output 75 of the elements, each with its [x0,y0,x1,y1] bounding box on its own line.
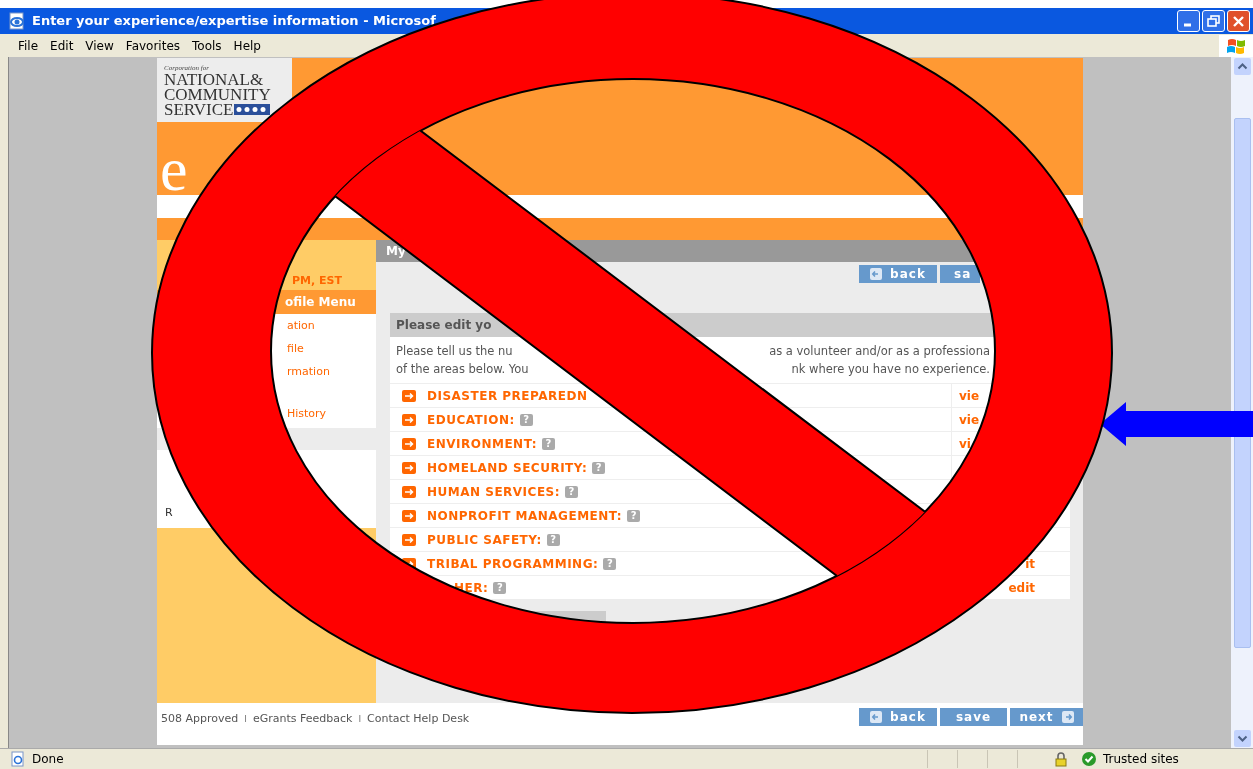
help-icon[interactable]: ? [592,461,606,474]
menu-link[interactable]: rmation [287,360,330,383]
plain-button[interactable]: save [940,708,1007,726]
help-icon[interactable]: ? [627,509,641,522]
back-button[interactable]: back [859,708,937,726]
page-title: My [386,243,406,260]
menu-item[interactable]: Edit [44,35,80,56]
status-text: Done [32,751,64,768]
category-label: NONPROFIT MANAGEMENT: [427,507,623,525]
category-label: HUMAN SERVICES: [427,483,560,501]
panel-title: Please edit yo [396,317,492,334]
back-button[interactable]: back [859,265,937,283]
category-label: TRIBAL PROGRAMMING: [427,555,599,573]
check-icon [1081,751,1097,767]
page-icon [10,751,26,767]
logo-text: COMMUNITY [164,87,271,102]
browser-page-icon [8,12,26,30]
scroll-down-button[interactable] [1233,730,1251,747]
intro-text: Please tell us the nu [396,343,513,361]
logo-text: NATIONAL& [164,72,264,87]
menu-item[interactable]: Tools [186,35,228,56]
category-label: EDUCATION: [427,411,515,429]
intro-text: nk where you have no experience. [791,361,990,379]
view-link[interactable]: vie [959,386,980,405]
window-title: Enter your experience/expertise information - Microsof [32,12,436,31]
logo-text: SERVICE [164,102,234,117]
footer-link[interactable]: eGrants Feedback [252,711,353,728]
restore-icon [1207,14,1220,27]
menu-title: ofile Menu [285,294,356,311]
separator: I [244,712,247,726]
intro-text: of the areas below. You [396,361,529,379]
menu-link[interactable]: file [287,337,304,360]
category-label: ENVIRONMENT: [427,435,537,453]
category-label: HOMELAND SECURITY: [427,459,588,477]
category-label: DISASTER PREPAREDN [427,387,588,405]
restore-button[interactable] [1202,10,1225,32]
help-icon[interactable]: ? [546,533,560,546]
menu-link[interactable]: ation [287,314,315,337]
windows-logo-icon [1219,34,1253,57]
menu-item[interactable]: Favorites [119,35,187,56]
scrollbar-thumb[interactable] [1233,118,1251,648]
zone-text: Trusted sites [1103,751,1180,768]
close-button[interactable] [1227,10,1250,32]
help-icon[interactable]: ? [565,485,578,498]
banner-title: e [160,143,188,195]
footer-link[interactable]: Contact Help Desk [367,711,470,728]
plain-button[interactable]: sa [940,265,980,283]
arrow-right-icon [1061,711,1074,723]
help-icon[interactable]: ? [542,437,555,450]
scroll-up-button[interactable] [1233,58,1251,75]
help-icon[interactable]: ? [493,581,507,594]
menu-item[interactable]: Help [227,35,267,56]
menu-item[interactable]: File [12,35,45,56]
next-button[interactable]: next [1010,708,1083,726]
category-label: PUBLIC SAFETY: [427,531,542,549]
menu-item[interactable]: View [79,35,120,56]
edit-link[interactable]: edit [1008,578,1035,597]
arrow-left-icon [870,268,883,280]
help-icon[interactable]: ? [519,413,533,426]
arrow-left-icon [870,711,883,723]
intro-text: as a volunteer and/or as a professiona [769,343,990,361]
view-link[interactable]: vie [959,410,980,429]
minimize-icon [1184,23,1191,26]
menu-link[interactable]: History [287,402,327,425]
edit-link[interactable]: it [1025,554,1035,573]
stars-flag-icon [234,104,271,115]
help-icon[interactable]: ? [603,557,617,570]
info-text: R [165,506,173,519]
close-icon [1232,15,1245,27]
time-text: PM, EST [292,274,342,287]
minimize-button[interactable] [1177,10,1200,32]
lock-icon [1053,751,1069,767]
view-link[interactable]: vi [959,434,971,453]
separator: I [358,712,362,726]
footer-link[interactable]: 508 Approved [161,711,239,728]
